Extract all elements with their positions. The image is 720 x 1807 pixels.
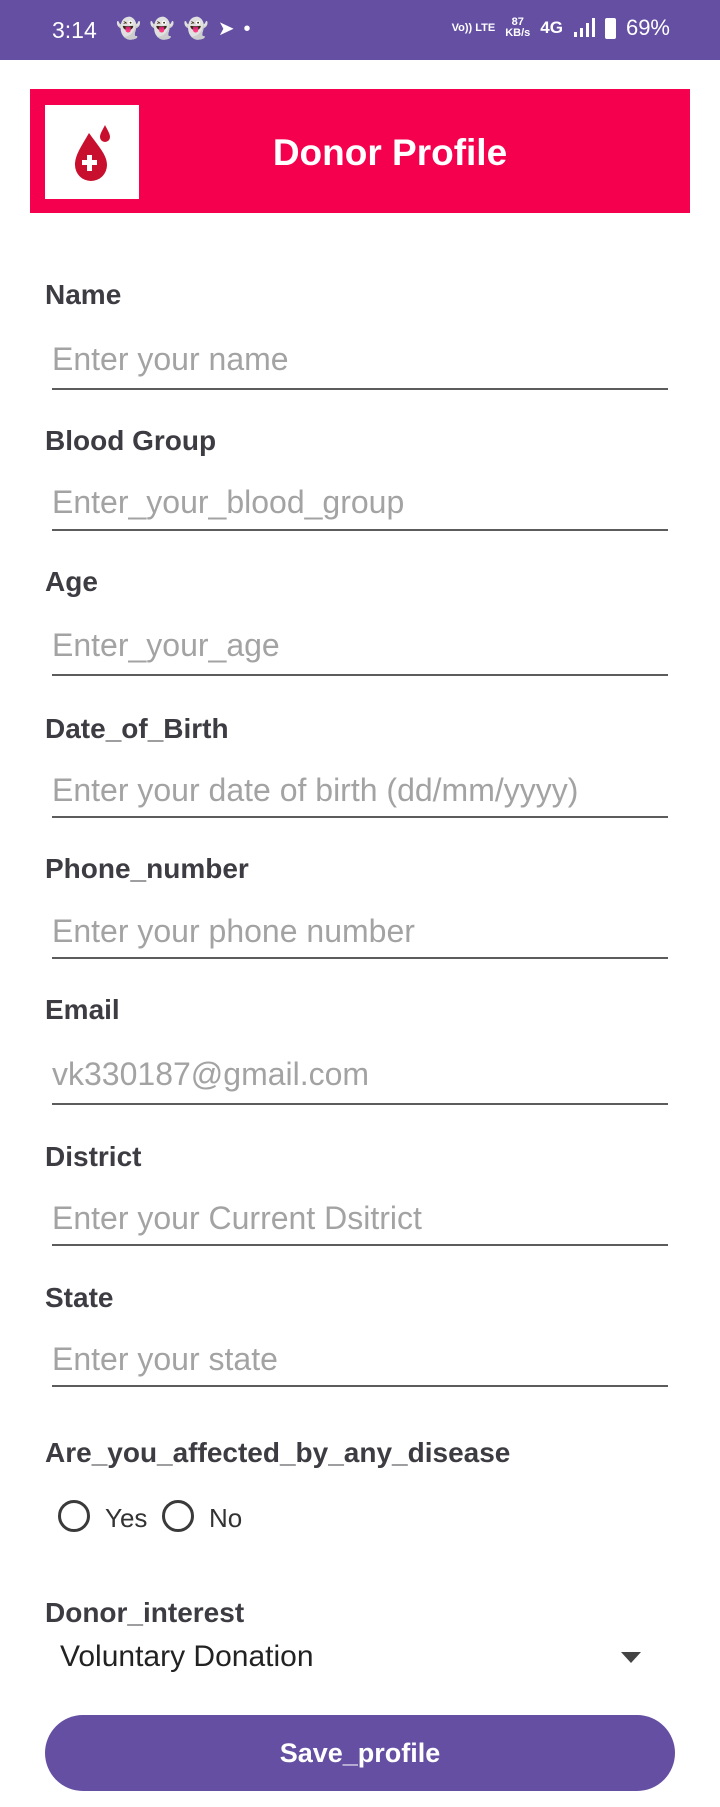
app-logo (45, 105, 139, 199)
phone-underline (52, 957, 668, 959)
radio-no[interactable] (162, 1500, 194, 1532)
save-profile-button[interactable]: Save_profile (45, 1715, 675, 1791)
district-label: District (45, 1141, 142, 1172)
radio-yes[interactable] (58, 1500, 90, 1532)
donor-interest-select[interactable]: Voluntary Donation (60, 1640, 314, 1674)
radio-yes-label[interactable]: Yes (105, 1503, 147, 1534)
email-label: Email (45, 994, 120, 1025)
dot-icon: • (243, 18, 251, 40)
dob-label: Date_of_Birth (45, 713, 229, 744)
blood-drop-icon (75, 125, 110, 181)
state-underline (52, 1385, 668, 1387)
app-header: Donor Profile (30, 89, 690, 213)
district-underline (52, 1244, 668, 1246)
dob-input[interactable] (52, 766, 668, 814)
age-underline (52, 674, 668, 676)
battery-percent: 69% (625, 15, 670, 40)
status-bar: 3:14 👻 👻 👻 ➤ • Vo)) LTE 87 KB/s 4G 69% (0, 0, 720, 60)
email-input[interactable] (52, 1050, 668, 1098)
phone-input[interactable] (52, 907, 668, 955)
state-input[interactable] (52, 1335, 668, 1383)
page-title: Donor Profile (272, 132, 508, 173)
blood-group-underline (52, 529, 668, 531)
telegram-icon: ➤ (217, 18, 235, 40)
network-type: 4G (540, 18, 563, 37)
snapchat-icon: 👻 (116, 18, 141, 40)
notification-icons: 👻 👻 👻 ➤ • (116, 18, 251, 40)
blood-group-input[interactable] (52, 478, 668, 526)
state-label: State (45, 1282, 114, 1313)
phone-label: Phone_number (45, 853, 249, 884)
volte-indicator: Vo)) LTE (451, 21, 496, 34)
age-input[interactable] (52, 621, 668, 669)
blood-group-label: Blood Group (45, 425, 217, 456)
battery-icon (604, 17, 616, 39)
name-underline (52, 388, 668, 390)
name-label: Name (45, 279, 122, 310)
snapchat-icon: 👻 (183, 18, 209, 40)
disease-label: Are_you_affected_by_any_disease (45, 1437, 511, 1468)
name-input[interactable] (52, 335, 668, 383)
snapchat-icon: 👻 (149, 18, 175, 40)
radio-no-label[interactable]: No (209, 1503, 242, 1534)
system-status: Vo)) LTE 87 KB/s 4G 69% (452, 15, 670, 41)
status-time: 3:14 (52, 17, 97, 43)
donor-interest-label: Donor_interest (45, 1597, 245, 1628)
email-underline (52, 1103, 668, 1105)
signal-icon (573, 18, 595, 37)
chevron-down-icon[interactable] (621, 1652, 641, 1663)
dob-underline (52, 816, 668, 818)
age-label: Age (45, 566, 98, 597)
speed-unit: KB/s (505, 27, 531, 39)
network-speed: 87 KB/s (505, 17, 530, 39)
district-input[interactable] (52, 1194, 668, 1242)
